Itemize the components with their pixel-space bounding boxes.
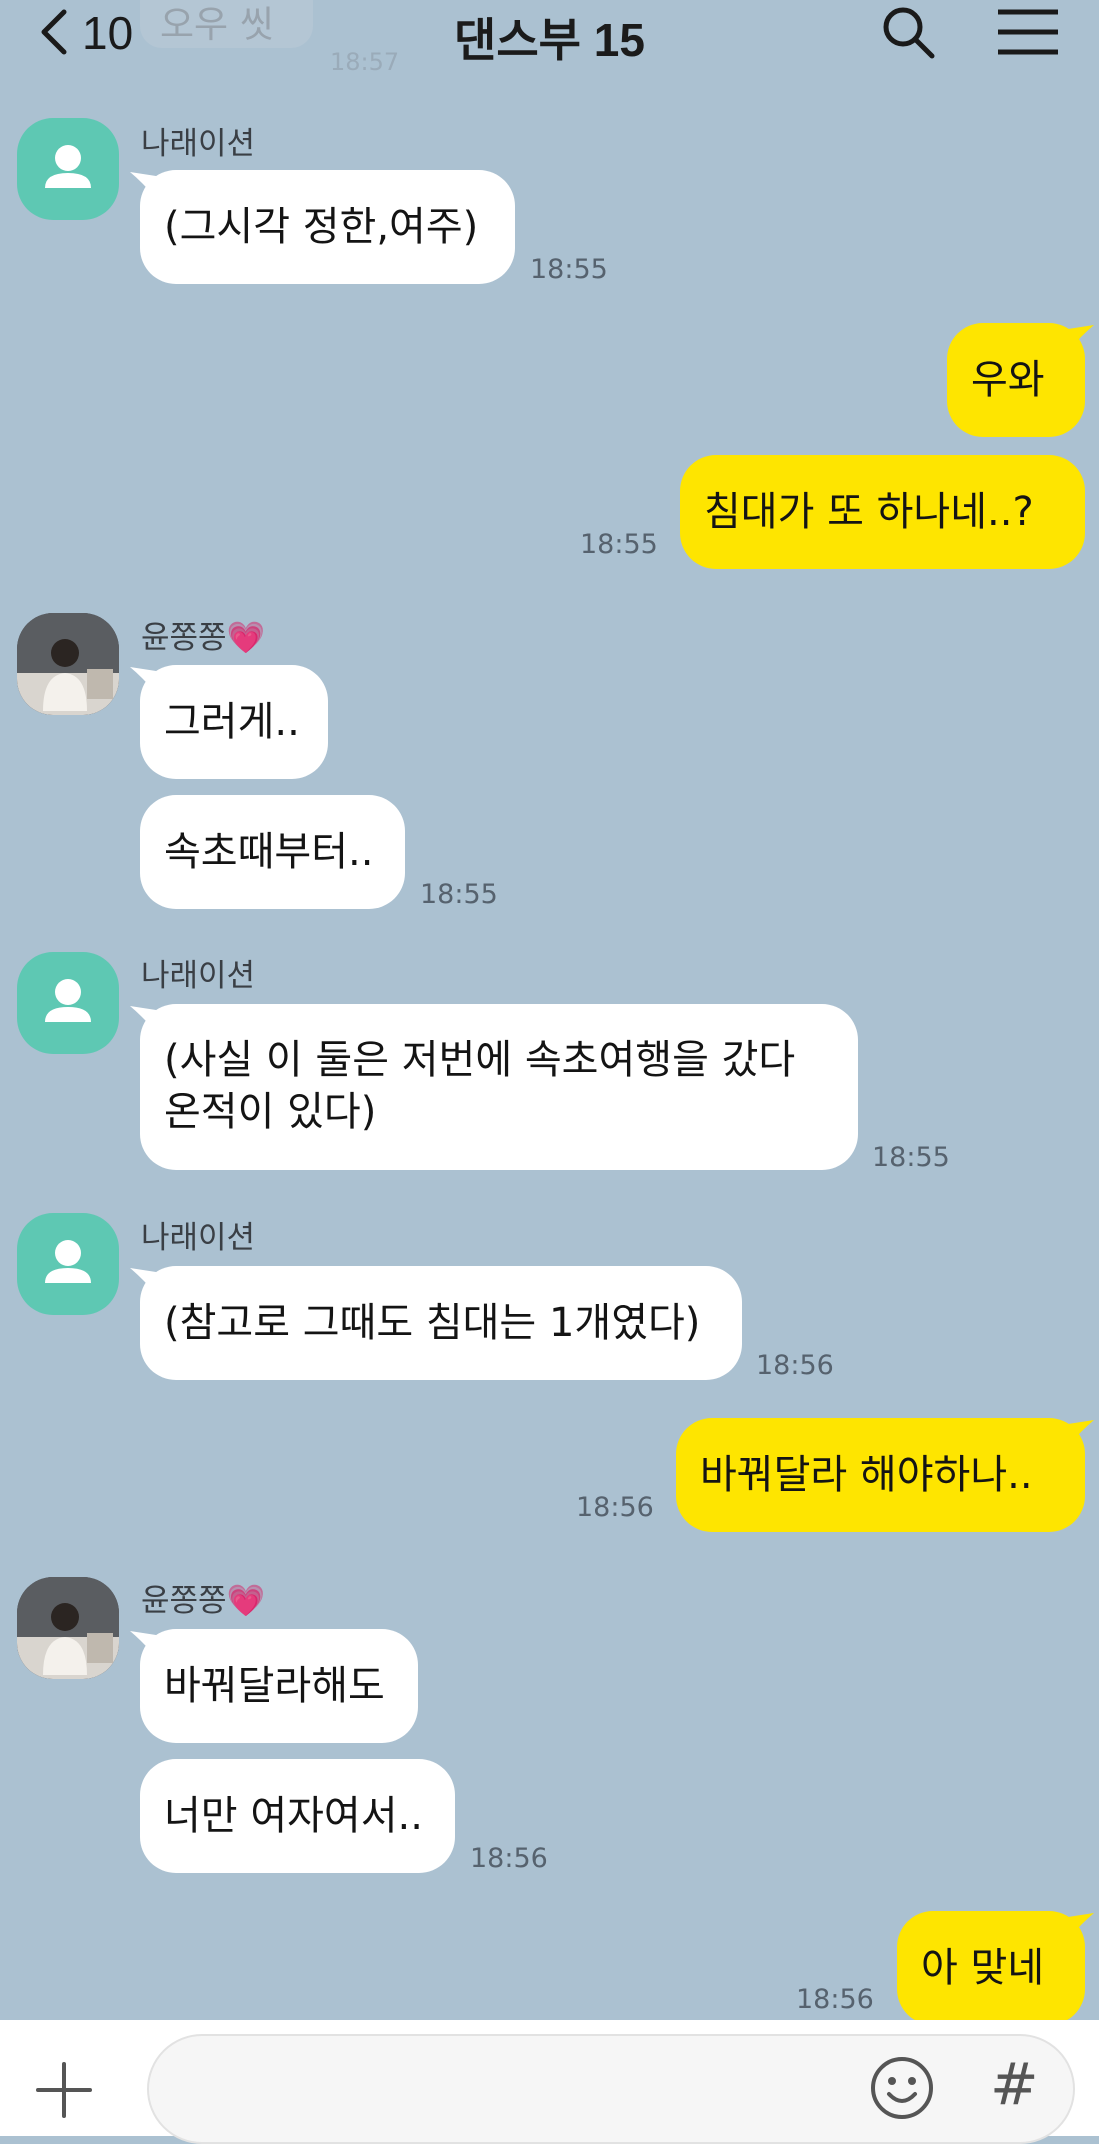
bubble-tail (1068, 1420, 1094, 1446)
my-message-bubble[interactable]: 침대가 또 하나네..? (680, 455, 1085, 569)
heart-emoji: 💗 (226, 1583, 266, 1619)
message-bubble[interactable]: 너만 여자여서.. (140, 1759, 455, 1873)
profile-photo (17, 613, 119, 715)
plus-icon[interactable] (34, 2060, 94, 2120)
message-bubble[interactable]: 그러게.. (140, 665, 328, 779)
sender-name: 나래이션 (141, 958, 256, 994)
narrator-avatar[interactable] (17, 952, 119, 1054)
message-bubble[interactable]: (사실 이 둘은 저번에 속초여행을 갔다 온적이 있다) (140, 1004, 858, 1170)
chat-header: 오우 씻 18:57 10 댄스부 15 (0, 0, 1099, 76)
heart-emoji: 💗 (226, 620, 266, 656)
profile-photo-avatar[interactable] (17, 613, 119, 715)
sender-name: 윤쫑쫑💗 (141, 1575, 265, 1620)
message-time: 18:55 (420, 879, 498, 910)
message-bubble[interactable]: 바꿔달라해도 (140, 1629, 418, 1743)
sender-name-text: 윤쫑쫑 (141, 1583, 227, 1619)
message-time: 18:56 (756, 1350, 834, 1381)
profile-photo (17, 1577, 119, 1679)
message-text-line: 온적이 있다) (164, 1089, 377, 1135)
message-bubble[interactable]: (참고로 그때도 침대는 1개였다) (140, 1266, 742, 1380)
message-time: 18:55 (530, 254, 608, 285)
message-bubble[interactable]: 속초때부터.. (140, 795, 405, 909)
my-message-bubble[interactable]: 우와 (947, 323, 1085, 437)
search-icon[interactable] (878, 2, 938, 62)
person-icon (45, 1240, 91, 1283)
sender-name: 나래이션 (141, 1220, 256, 1256)
person-icon (45, 145, 91, 188)
message-time: 18:56 (576, 1492, 654, 1523)
sender-name: 윤쫑쫑💗 (141, 612, 265, 657)
person-icon (45, 979, 91, 1022)
message-time: 18:55 (872, 1142, 950, 1173)
profile-photo-avatar[interactable] (17, 1577, 119, 1679)
emoji-icon[interactable] (868, 2054, 936, 2122)
message-time: 18:55 (580, 529, 658, 560)
sender-name-text: 윤쫑쫑 (141, 620, 227, 656)
bubble-tail (1068, 325, 1094, 351)
hamburger-menu-icon[interactable] (996, 6, 1060, 58)
my-message-bubble[interactable]: 바꿔달라 해야하나.. (676, 1418, 1085, 1532)
narrator-avatar[interactable] (17, 118, 119, 220)
my-message-bubble[interactable]: 아 맞네 (897, 1911, 1085, 2025)
narrator-avatar[interactable] (17, 1213, 119, 1315)
message-bubble[interactable]: (그시각 정한,여주) (140, 170, 515, 284)
message-time: 18:56 (470, 1843, 548, 1874)
sender-name: 나래이션 (141, 126, 256, 162)
hashtag-icon[interactable]: # (990, 2050, 1039, 2118)
message-text-line: (사실 이 둘은 저번에 속초여행을 갔다 (164, 1037, 796, 1083)
bubble-tail (1068, 1913, 1094, 1939)
message-time: 18:56 (796, 1984, 874, 2015)
